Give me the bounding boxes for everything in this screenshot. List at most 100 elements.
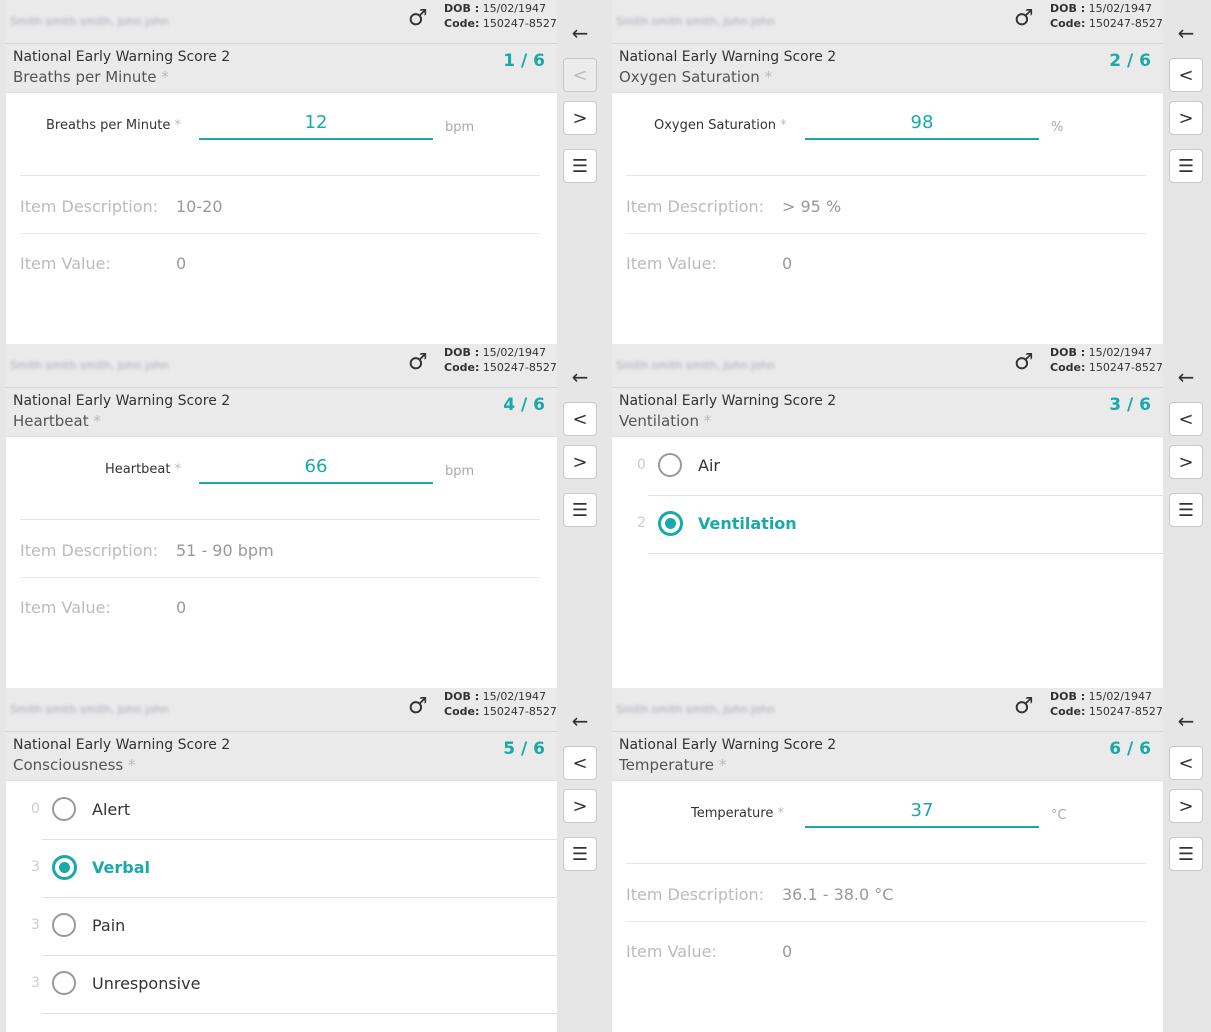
back-arrow-icon[interactable]: ← [1169,16,1203,50]
radio-button[interactable] [658,453,682,477]
code-value: 150247-8527 [1088,705,1163,718]
form-area: Smith smith smith, John john ♂ DOB : 15/… [6,344,557,688]
score-title: National Early Warning Score 2 [13,393,231,409]
patient-info: DOB : 15/02/1947 Code: 150247-8527 [1050,689,1163,719]
question-header: National Early Warning Score 2 Heartbeat… [6,388,557,437]
patient-header: Smith smith smith, John john ♂ DOB : 15/… [6,0,557,44]
list-icon[interactable]: ☰ [1169,837,1203,871]
back-arrow-icon[interactable]: ← [1169,360,1203,394]
patient-header: Smith smith smith, John john ♂ DOB : 15/… [612,688,1163,732]
description-label: Item Description: [20,541,159,560]
divider [648,553,1163,554]
patient-name: Smith smith smith, John john [10,359,169,372]
option-label: Verbal [92,858,150,877]
form-area: Smith smith smith, John john ♂ DOB : 15/… [612,688,1163,1032]
input-underline [805,138,1039,140]
option-air[interactable]: 0 Air [612,438,1163,496]
description-label: Item Description: [20,197,159,216]
option-verbal[interactable]: 3 Verbal [6,840,557,898]
next-button[interactable]: > [1169,101,1203,135]
prev-button[interactable]: < [1169,746,1203,780]
code-value: 150247-8527 [1088,17,1163,30]
nav-bar: ← < > ☰ [557,344,605,688]
value-input[interactable]: 12 [199,112,433,133]
dob-label: DOB : [444,690,480,703]
next-button[interactable]: > [563,445,597,479]
back-arrow-icon[interactable]: ← [1169,704,1203,738]
question-header: National Early Warning Score 2 Conscious… [6,732,557,781]
list-icon[interactable]: ☰ [1169,149,1203,183]
question-header: National Early Warning Score 2 Oxygen Sa… [612,44,1163,93]
unit-label: bpm [445,464,475,479]
form-area: Smith smith smith, John john ♂ DOB : 15/… [612,344,1163,688]
radio-button[interactable] [52,971,76,995]
radio-button[interactable] [52,797,76,821]
code-label: Code: [1050,361,1086,374]
patient-name: Smith smith smith, John john [616,15,775,28]
item-value: 0 [176,598,187,617]
value-input[interactable]: 37 [805,800,1039,821]
question-title: Ventilation * [619,412,712,430]
value-input[interactable]: 66 [199,456,433,477]
male-icon: ♂ [408,350,428,375]
divider [42,1013,557,1014]
nav-bar: ← < > ☰ [557,0,605,344]
back-arrow-icon[interactable]: ← [563,360,597,394]
option-alert[interactable]: 0 Alert [6,782,557,840]
divider [20,577,540,578]
prev-button[interactable]: < [563,746,597,780]
item-value-label: Item Value: [626,942,717,961]
prev-button[interactable]: < [1169,58,1203,92]
next-button[interactable]: > [563,789,597,823]
question-title: Temperature * [619,756,727,774]
option-pain[interactable]: 3 Pain [6,898,557,956]
next-button[interactable]: > [563,101,597,135]
panel-oxygen: Smith smith smith, John john ♂ DOB : 15/… [606,0,1211,344]
code-value: 150247-8527 [482,361,557,374]
prev-button[interactable]: < [563,402,597,436]
page-indicator: 3 / 6 [1109,395,1151,415]
dob-label: DOB : [1050,2,1086,15]
nav-bar: ← < > ☰ [1163,344,1211,688]
radio-button-selected[interactable] [658,511,683,536]
panel-heartbeat: Smith smith smith, John john ♂ DOB : 15/… [0,344,605,688]
news2-grid: Smith smith smith, John john ♂ DOB : 15/… [0,0,1211,1032]
option-score: 3 [31,975,40,991]
radio-button-selected[interactable] [52,855,77,880]
divider [626,921,1146,922]
male-icon: ♂ [408,6,428,31]
next-button[interactable]: > [1169,445,1203,479]
code-value: 150247-8527 [482,17,557,30]
panel-ventilation: Smith smith smith, John john ♂ DOB : 15/… [606,344,1211,688]
option-score: 0 [31,801,40,817]
back-arrow-icon[interactable]: ← [563,704,597,738]
list-icon[interactable]: ☰ [563,837,597,871]
next-button[interactable]: > [1169,789,1203,823]
divider [20,233,540,234]
code-label: Code: [1050,705,1086,718]
prev-button[interactable]: < [1169,402,1203,436]
radio-button[interactable] [52,913,76,937]
dob-label: DOB : [444,346,480,359]
dob-value: 15/02/1947 [1088,346,1153,359]
list-icon[interactable]: ☰ [563,493,597,527]
divider [20,175,540,176]
male-icon: ♂ [1014,350,1034,375]
item-value-label: Item Value: [20,598,111,617]
score-title: National Early Warning Score 2 [13,49,231,65]
panel-consciousness: Smith smith smith, John john ♂ DOB : 15/… [0,688,605,1032]
field-label: Temperature * [691,806,784,821]
option-unresponsive[interactable]: 3 Unresponsive [6,956,557,1014]
option-label: Air [698,456,720,475]
input-underline [199,482,433,484]
option-ventilation[interactable]: 2 Ventilation [612,496,1163,554]
question-title: Consciousness * [13,756,136,774]
prev-button[interactable]: < [563,58,597,92]
value-input[interactable]: 98 [805,112,1039,133]
list-icon[interactable]: ☰ [1169,493,1203,527]
list-icon[interactable]: ☰ [563,149,597,183]
option-label: Unresponsive [92,974,201,993]
patient-header: Smith smith smith, John john ♂ DOB : 15/… [612,344,1163,388]
option-score: 3 [31,859,40,875]
back-arrow-icon[interactable]: ← [563,16,597,50]
